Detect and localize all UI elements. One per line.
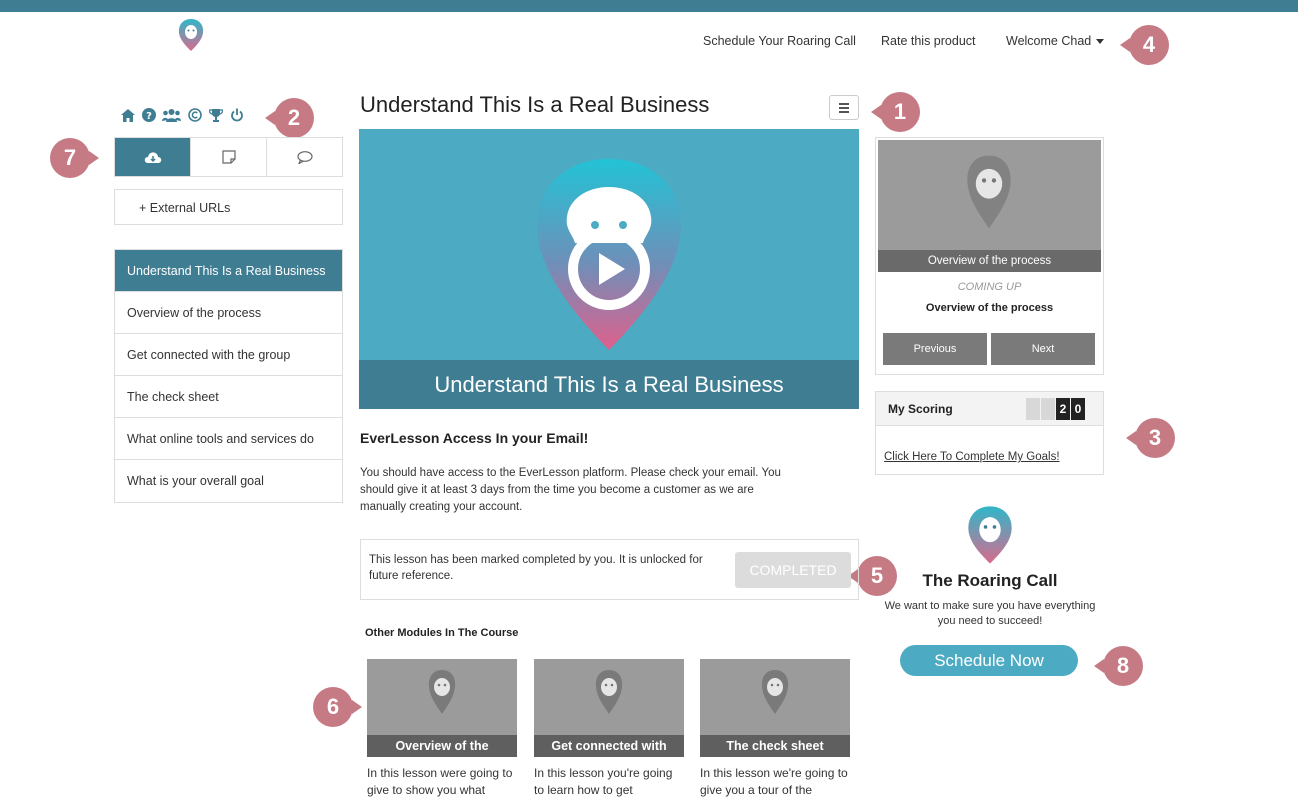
score-digit: 0 bbox=[1071, 398, 1085, 420]
lion-logo-icon bbox=[595, 670, 623, 714]
trophy-icon[interactable] bbox=[208, 107, 223, 123]
roaring-call-promo: The Roaring Call We want to make sure yo… bbox=[880, 503, 1100, 629]
up-next-thumb-label: Overview of the process bbox=[878, 250, 1101, 272]
module-thumbnail[interactable]: The check sheet bbox=[700, 659, 850, 757]
comment-icon bbox=[296, 150, 313, 164]
group-icon[interactable] bbox=[162, 107, 181, 123]
schedule-now-button[interactable]: Schedule Now bbox=[900, 645, 1078, 676]
other-modules-heading: Other Modules In The Course bbox=[365, 627, 519, 639]
lesson-item[interactable]: Get connected with the group bbox=[115, 334, 342, 376]
section-heading: EverLesson Access In your Email! bbox=[360, 430, 589, 446]
module-thumbnail[interactable]: Overview of the bbox=[367, 659, 517, 757]
tab-downloads[interactable] bbox=[115, 138, 191, 176]
lion-logo-icon bbox=[761, 670, 789, 714]
tab-comments[interactable] bbox=[267, 138, 342, 176]
next-button[interactable]: Next bbox=[991, 333, 1095, 365]
annotation-badge-4: 4 bbox=[1120, 25, 1169, 65]
completion-panel: This lesson has been marked completed by… bbox=[360, 539, 859, 600]
lesson-video[interactable]: Understand This Is a Real Business bbox=[359, 129, 859, 409]
nav-user-menu[interactable]: Welcome Chad bbox=[1006, 34, 1105, 48]
score-counter: 2 0 bbox=[1026, 398, 1085, 420]
roaring-call-subtitle: We want to make sure you have everything… bbox=[884, 600, 1096, 627]
lesson-list: Understand This Is a Real Business Overv… bbox=[114, 249, 343, 503]
module-description: In this lesson you're going to learn how… bbox=[534, 766, 673, 797]
copyright-icon[interactable] bbox=[187, 107, 202, 123]
completed-button[interactable]: COMPLETED bbox=[735, 552, 851, 588]
page-title: Understand This Is a Real Business bbox=[360, 92, 710, 117]
module-description: In this lesson we're going to give you a… bbox=[700, 766, 848, 797]
scoring-title: My Scoring bbox=[888, 402, 953, 416]
annotation-badge-1: 1 bbox=[871, 92, 920, 132]
module-thumbnail[interactable]: Get connected with bbox=[534, 659, 684, 757]
score-digit-blank bbox=[1026, 398, 1040, 420]
section-body: You should have access to the EverLesson… bbox=[360, 467, 781, 513]
hamburger-icon bbox=[839, 102, 849, 105]
nav-schedule-roaring-call[interactable]: Schedule Your Roaring Call bbox=[703, 34, 856, 48]
nav-rate-product[interactable]: Rate this product bbox=[881, 34, 976, 48]
sidebar-icon-row: ? bbox=[120, 107, 244, 123]
sidebar-tabs bbox=[114, 137, 343, 177]
lesson-item[interactable]: The check sheet bbox=[115, 376, 342, 418]
svg-text:?: ? bbox=[146, 111, 152, 122]
lion-logo-icon bbox=[428, 670, 456, 714]
annotation-badge-6: 6 bbox=[313, 687, 362, 727]
help-icon[interactable]: ? bbox=[141, 107, 156, 123]
external-urls-toggle[interactable]: + External URLs bbox=[114, 189, 343, 225]
up-next-thumbnail[interactable]: Overview of the process bbox=[878, 140, 1101, 272]
lion-play-icon[interactable] bbox=[527, 157, 691, 352]
lesson-item[interactable]: Overview of the process bbox=[115, 292, 342, 334]
completion-text: This lesson has been marked completed by… bbox=[369, 554, 703, 582]
module-card[interactable]: The check sheet In this lesson we're goi… bbox=[700, 659, 850, 799]
lion-logo-icon bbox=[968, 506, 1012, 564]
top-accent-bar bbox=[0, 0, 1298, 12]
welcome-text: Welcome Chad bbox=[1006, 34, 1092, 48]
scoring-header: My Scoring 2 0 bbox=[876, 392, 1103, 426]
note-icon bbox=[221, 150, 236, 164]
annotation-badge-3: 3 bbox=[1126, 418, 1175, 458]
lion-logo-icon[interactable] bbox=[177, 18, 205, 52]
score-digit-blank bbox=[1041, 398, 1055, 420]
module-title: Overview of the bbox=[367, 735, 517, 757]
annotation-badge-7: 7 bbox=[50, 138, 99, 178]
home-icon[interactable] bbox=[120, 107, 135, 123]
module-card[interactable]: Overview of the In this lesson were goin… bbox=[367, 659, 517, 799]
chevron-down-icon bbox=[1096, 39, 1105, 45]
cloud-download-icon bbox=[144, 151, 161, 163]
scoring-panel: My Scoring 2 0 Click Here To Complete My… bbox=[875, 391, 1104, 475]
menu-button[interactable] bbox=[829, 95, 859, 120]
module-card[interactable]: Get connected with In this lesson you're… bbox=[534, 659, 684, 799]
module-description: In this lesson were going to give to sho… bbox=[367, 766, 513, 797]
lesson-item[interactable]: What online tools and services do bbox=[115, 418, 342, 460]
complete-goals-link[interactable]: Click Here To Complete My Goals! bbox=[884, 451, 1060, 463]
lesson-item[interactable]: What is your overall goal bbox=[115, 460, 342, 502]
lesson-item-current[interactable]: Understand This Is a Real Business bbox=[115, 250, 342, 292]
annotation-badge-2: 2 bbox=[265, 98, 314, 138]
module-title: Get connected with bbox=[534, 735, 684, 757]
lion-logo-icon bbox=[967, 155, 1011, 229]
roaring-call-title: The Roaring Call bbox=[922, 571, 1058, 590]
module-title: The check sheet bbox=[700, 735, 850, 757]
next-lesson-title: Overview of the process bbox=[925, 302, 1054, 314]
up-next-panel: Overview of the process COMING UP Overvi… bbox=[875, 137, 1104, 375]
tab-notes[interactable] bbox=[191, 138, 267, 176]
power-icon[interactable] bbox=[229, 107, 244, 123]
video-caption: Understand This Is a Real Business bbox=[359, 360, 859, 409]
coming-up-label: COMING UP bbox=[957, 281, 1022, 293]
score-digit: 2 bbox=[1056, 398, 1070, 420]
previous-button[interactable]: Previous bbox=[883, 333, 987, 365]
annotation-badge-8: 8 bbox=[1094, 646, 1143, 686]
